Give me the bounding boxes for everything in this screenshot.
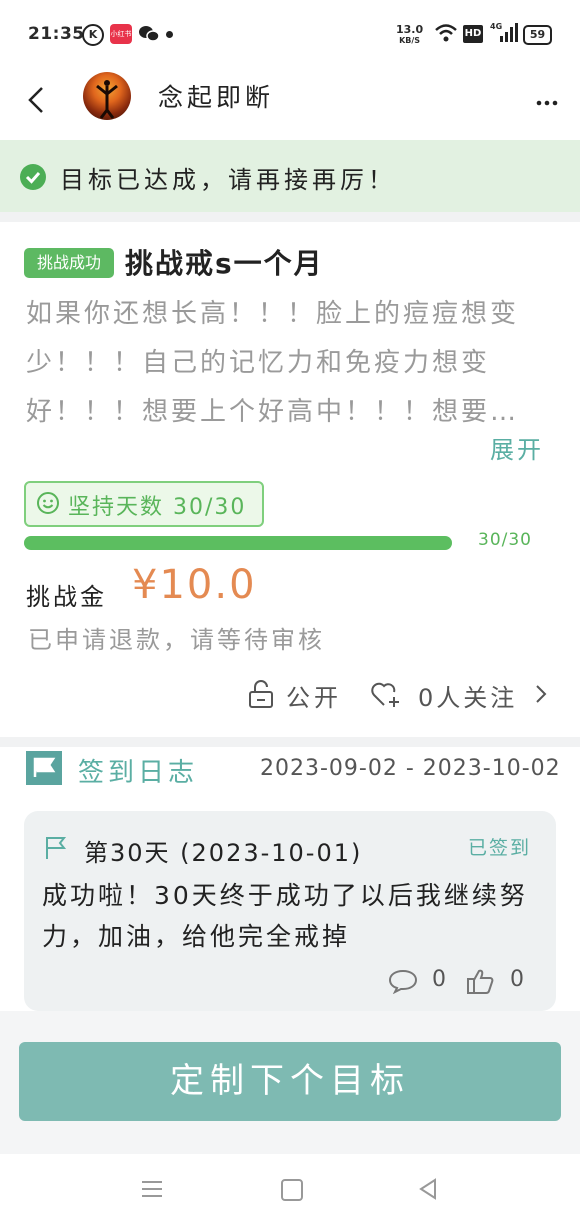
net-speed: 13.0 KB/S [396, 24, 423, 46]
entry-content: 成功啦！30天终于成功了以后我继续努力，加油，给他完全戒掉 [42, 881, 528, 951]
followers-count[interactable]: 0人关注 [418, 678, 517, 713]
fee-label: 挑战金 [26, 583, 107, 611]
page-title: 念起即断 [158, 83, 275, 112]
entry-status: 已签到 [468, 837, 532, 859]
menu-icon[interactable] [142, 1180, 162, 1198]
description-line: 好！！！想要上个好高中！！！想要… [26, 397, 520, 427]
flag-icon [26, 751, 62, 785]
section-divider [0, 212, 580, 222]
progress-bar [24, 536, 452, 550]
system-nav-bar [0, 1154, 580, 1224]
signal-icon: 4G [490, 22, 518, 48]
success-badge: 挑战成功 [24, 248, 114, 278]
chevron-right-icon[interactable] [534, 683, 548, 705]
refund-status: 已申请退款，请等待审核 [28, 626, 325, 654]
back-triangle-icon[interactable] [417, 1178, 439, 1200]
network-type: 4G [490, 22, 503, 31]
next-goal-button[interactable]: 定制下个目标 [19, 1042, 561, 1121]
top-nav: 念起即断 [0, 66, 580, 138]
notification-dot [166, 31, 173, 38]
entry-title: 第30天 (2023-10-01) [84, 839, 363, 867]
log-entry-card[interactable]: 第30天 (2023-10-01) 已签到 成功啦！30天终于成功了以后我继续努… [24, 811, 556, 1011]
progress-label: 30/30 [478, 530, 532, 550]
red-app-icon: 小红书 [110, 24, 132, 44]
net-speed-unit: KB/S [399, 36, 421, 45]
status-bar: 21:35 K 小红书 13.0 KB/S HD 4G 59 [0, 0, 580, 66]
chevron-left-icon[interactable] [24, 84, 52, 116]
visibility-label: 公开 [286, 684, 342, 712]
comment-icon[interactable] [388, 968, 418, 995]
more-dots-icon[interactable] [536, 92, 558, 106]
banner-text: 目标已达成，请再接再厉！ [60, 166, 396, 194]
challenge-description: 如果你还想长高！！！脸上的痘痘想变 少！！！自己的记忆力和免疫力想变 好！！！想… [26, 290, 550, 437]
like-count: 0 [510, 967, 524, 992]
wifi-icon [434, 22, 458, 48]
description-line: 如果你还想长高！！！脸上的痘痘想变 [26, 299, 520, 329]
flag-outline-icon [44, 835, 68, 861]
thumbs-up-icon[interactable] [466, 967, 494, 995]
section-divider [0, 737, 580, 747]
comment-count: 0 [432, 967, 446, 992]
success-banner: 目标已达成，请再接再厉！ [0, 140, 580, 212]
challenge-title: 挑战戒s一个月 [125, 247, 324, 280]
log-date-range: 2023-09-02 - 2023-10-02 [260, 756, 561, 781]
days-text: 坚持天数 30/30 [68, 495, 247, 520]
unlock-icon [248, 679, 274, 709]
smile-icon [36, 491, 60, 515]
status-time: 21:35 [28, 24, 85, 44]
k-app-icon: K [82, 24, 104, 46]
heart-plus-icon[interactable] [370, 680, 402, 708]
expand-link[interactable]: 展开 [490, 430, 544, 465]
check-circle-icon [20, 164, 46, 190]
hd-icon: HD [463, 25, 483, 43]
log-title: 签到日志 [78, 758, 199, 788]
home-icon[interactable] [281, 1179, 303, 1201]
wechat-icon [138, 25, 160, 47]
battery-icon: 59 [523, 25, 552, 45]
avatar[interactable] [83, 72, 131, 120]
progress-fill [24, 536, 452, 550]
days-badge: 坚持天数 30/30 [24, 481, 264, 527]
fee-value: ¥10.0 [132, 562, 257, 608]
description-line: 少！！！自己的记忆力和免疫力想变 [26, 348, 491, 378]
